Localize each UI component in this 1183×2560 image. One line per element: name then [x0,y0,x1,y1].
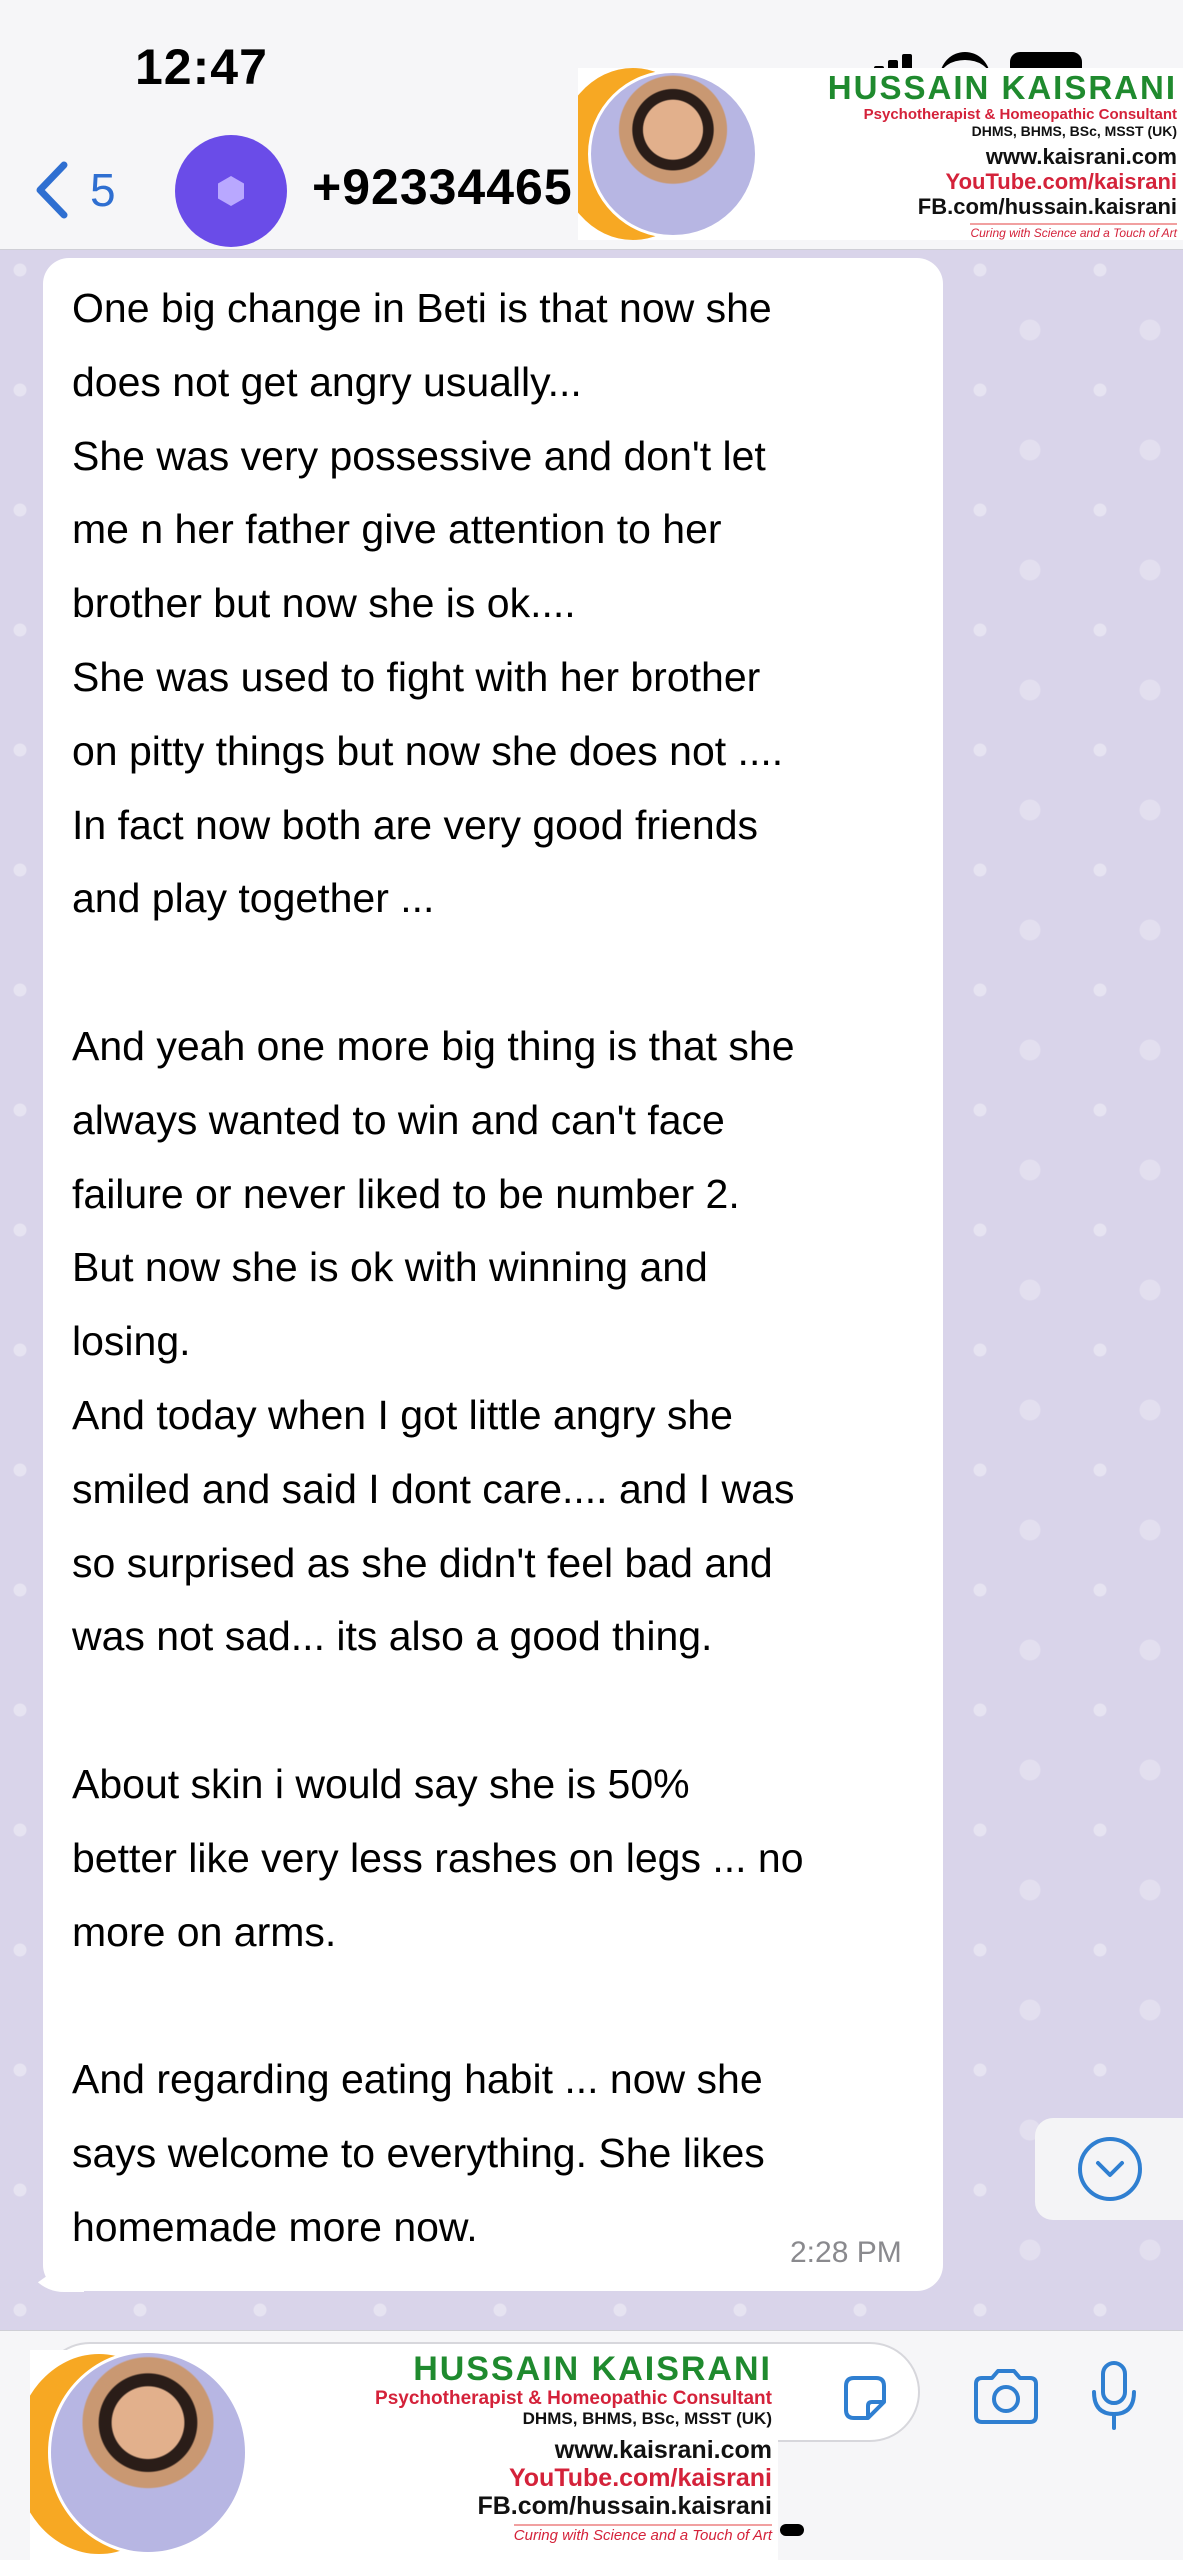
contact-avatar[interactable] [175,135,287,247]
microphone-icon[interactable] [1088,2360,1140,2432]
brand-degrees: DHMS, BHMS, BSc, MSST (UK) [971,122,1177,139]
home-indicator [780,2524,804,2536]
chevron-down-icon [1078,2137,1142,2201]
brand-website: www.kaisrani.com [985,144,1177,170]
brand-name-bottom: HUSSAIN KAISRANI [413,2350,772,2388]
consultant-photo-bottom [48,2350,248,2555]
status-time: 12:47 [135,39,268,95]
consultant-photo [588,70,758,238]
brand-facebook: FB.com/hussain.kaisrani [917,193,1177,219]
back-button[interactable]: 5 [30,155,116,225]
brand-tagline: Curing with Science and a Touch of Art [970,223,1177,240]
unread-count: 5 [90,164,116,216]
camera-icon[interactable] [970,2368,1042,2426]
brand-youtube-bottom: YouTube.com/kaisrani [508,2464,772,2493]
brand-website-bottom: www.kaisrani.com [554,2436,772,2465]
message-text: One big change in Beti is that now she d… [72,285,804,2250]
brand-youtube: YouTube.com/kaisrani [945,169,1177,195]
branding-banner-top: HUSSAIN KAISRANI Psychotherapist & Homeo… [578,68,1183,240]
branding-banner-bottom: HUSSAIN KAISRANI Psychotherapist & Homeo… [30,2350,778,2560]
chevron-left-icon [36,161,68,219]
brand-name: HUSSAIN KAISRANI [827,69,1177,106]
hexagon-icon [218,176,244,206]
brand-tagline-bottom: Curing with Science and a Touch of Art [513,2524,772,2545]
brand-subtitle: Psychotherapist & Homeopathic Consultant [863,105,1177,123]
sticker-icon[interactable] [838,2372,892,2426]
brand-subtitle-bottom: Psychotherapist & Homeopathic Consultant [375,2388,772,2410]
brand-degrees-bottom: DHMS, BHMS, BSc, MSST (UK) [522,2409,772,2429]
contact-name[interactable]: +92334465 [312,158,573,216]
message-time: 2:28 PM [790,2236,902,2269]
brand-facebook-bottom: FB.com/hussain.kaisrani [477,2492,772,2521]
scroll-down-button[interactable] [1035,2118,1183,2220]
